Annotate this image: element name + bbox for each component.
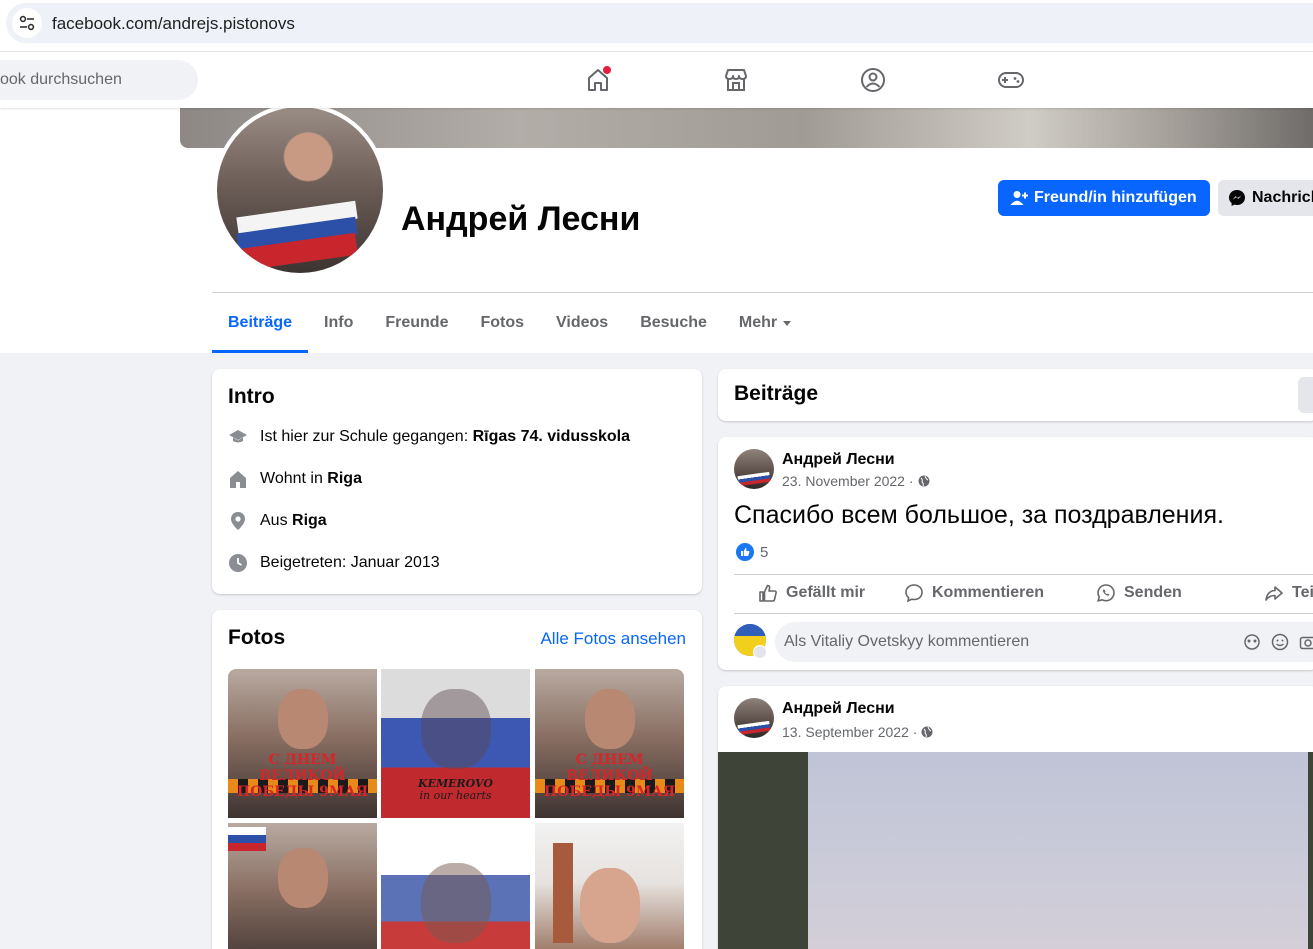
intro-from: Aus Riga xyxy=(228,511,327,531)
url-field[interactable]: facebook.com/andrejs.pistonovs xyxy=(6,3,1313,43)
send-button[interactable]: Senden xyxy=(1096,583,1182,603)
message-button[interactable]: Nachricht xyxy=(1218,180,1313,216)
tab-besuche[interactable]: Besuche xyxy=(624,293,723,353)
post-date[interactable]: 13. September 2022 · xyxy=(782,724,917,740)
whatsapp-icon xyxy=(1097,584,1115,602)
camera-icon[interactable] xyxy=(1299,633,1313,651)
posts-title: Beiträge xyxy=(734,382,819,405)
groups-icon[interactable] xyxy=(859,66,887,94)
facebook-top-nav: ook durchsuchen xyxy=(0,52,1313,108)
chevron-down-icon[interactable] xyxy=(753,645,767,659)
tab-fotos[interactable]: Fotos xyxy=(464,293,540,353)
post-meta: 13. September 2022 · xyxy=(782,724,933,740)
from-link[interactable]: Riga xyxy=(292,512,327,529)
like-button[interactable]: Gefällt mir xyxy=(758,583,865,603)
post-author-name[interactable]: Андрей Лесни xyxy=(782,700,895,718)
add-friend-button[interactable]: Freund/in hinzufügen xyxy=(998,180,1210,216)
post-text: Спасибо всем большое, за поздравления. xyxy=(734,501,1224,529)
site-settings-icon[interactable] xyxy=(12,8,42,38)
photos-title: Fotos xyxy=(228,626,286,649)
profile-tabs: Beiträge Info Freunde Fotos Videos Besuc… xyxy=(212,293,807,353)
location-pin-icon xyxy=(228,511,248,531)
photo-thumbnail[interactable] xyxy=(535,823,684,949)
globe-icon xyxy=(921,726,933,738)
reaction-summary[interactable]: 5 xyxy=(736,543,768,561)
post-author-avatar[interactable] xyxy=(734,449,774,489)
home-icon[interactable] xyxy=(584,66,612,94)
tab-info[interactable]: Info xyxy=(308,293,369,353)
post-image[interactable] xyxy=(718,752,1313,949)
clock-icon xyxy=(228,553,248,573)
avatar-sticker-icon[interactable] xyxy=(1243,634,1261,650)
post-action-bar: Gefällt mir Kommentieren Senden Teilen xyxy=(734,574,1313,614)
search-placeholder: ook durchsuchen xyxy=(0,71,122,88)
comment-placeholder: Als Vitaliy Ovetskyy kommentieren xyxy=(784,633,1030,650)
comment-button[interactable]: Kommentieren xyxy=(904,583,1044,603)
globe-icon xyxy=(918,475,930,487)
school-link[interactable]: Rīgas 74. vidusskola xyxy=(473,428,630,445)
tab-freunde[interactable]: Freunde xyxy=(369,293,464,353)
share-icon xyxy=(1265,586,1283,601)
url-text: facebook.com/andrejs.pistonovs xyxy=(52,14,295,33)
share-button[interactable]: Teilen xyxy=(1264,583,1313,603)
like-count: 5 xyxy=(760,543,769,561)
tab-videos[interactable]: Videos xyxy=(540,293,624,353)
add-friend-label: Freund/in hinzufügen xyxy=(1034,189,1197,206)
marketplace-icon[interactable] xyxy=(722,66,750,94)
photo-thumbnail[interactable]: С ДНЕМ ВЕЛИКОЙ ПОБЕДЫ 9МАЯ xyxy=(228,669,377,818)
emoji-icon[interactable] xyxy=(1271,633,1289,651)
posts-header-card: Beiträge xyxy=(718,369,1313,421)
messenger-icon xyxy=(1229,190,1245,206)
tab-mehr[interactable]: Mehr xyxy=(723,293,807,353)
see-all-photos-link[interactable]: Alle Fotos ansehen xyxy=(540,629,686,649)
add-friend-icon xyxy=(1010,191,1028,205)
photos-card: Fotos Alle Fotos ansehen С ДНЕМ ВЕЛИКОЙ … xyxy=(212,610,702,949)
photo-thumbnail[interactable] xyxy=(228,823,377,949)
filter-button[interactable] xyxy=(1298,377,1313,413)
photo-caption: С ДНЕМ ВЕЛИКОЙ ПОБЕДЫ 9МАЯ xyxy=(236,752,369,800)
post-author-avatar[interactable] xyxy=(734,698,774,738)
thumbs-up-icon xyxy=(759,584,777,602)
intro-title: Intro xyxy=(228,385,275,408)
intro-joined: Beigetreten: Januar 2013 xyxy=(228,553,440,573)
profile-avatar[interactable] xyxy=(217,107,383,273)
message-label: Nachricht xyxy=(1252,189,1313,206)
house-icon xyxy=(228,469,248,489)
caret-down-icon xyxy=(783,320,792,326)
profile-name: Андрей Лесни xyxy=(401,200,641,238)
photo-thumbnail[interactable]: KEMEROVO in our hearts xyxy=(381,669,530,818)
intro-card: Intro Ist hier zur Schule gegangen: Rīga… xyxy=(212,369,702,594)
intro-lives: Wohnt in Riga xyxy=(228,469,362,489)
like-reaction-icon xyxy=(736,543,754,561)
tab-beitraege[interactable]: Beiträge xyxy=(212,293,309,353)
post-meta: 23. November 2022 · xyxy=(782,473,930,489)
comment-input[interactable]: Als Vitaliy Ovetskyy kommentieren xyxy=(775,622,1313,662)
lives-in-link[interactable]: Riga xyxy=(327,470,362,487)
graduation-cap-icon xyxy=(228,427,248,447)
photo-caption: С ДНЕМ ВЕЛИКОЙ ПОБЕДЫ 9МАЯ xyxy=(543,752,676,800)
comment-icon xyxy=(905,584,923,603)
post-author-name[interactable]: Андрей Лесни xyxy=(782,451,895,469)
photo-thumbnail[interactable] xyxy=(381,823,530,949)
notification-dot xyxy=(603,66,611,74)
photo-thumbnail[interactable]: С ДНЕМ ВЕЛИКОЙ ПОБЕДЫ 9МАЯ xyxy=(535,669,684,818)
post-date[interactable]: 23. November 2022 · xyxy=(782,473,914,489)
intro-school: Ist hier zur Schule gegangen: Rīgas 74. … xyxy=(228,427,630,447)
photo-caption: KEMEROVO in our hearts xyxy=(418,777,493,802)
search-input[interactable]: ook durchsuchen xyxy=(0,60,198,100)
gaming-icon[interactable] xyxy=(997,66,1025,94)
browser-address-bar: facebook.com/andrejs.pistonovs xyxy=(0,0,1313,52)
